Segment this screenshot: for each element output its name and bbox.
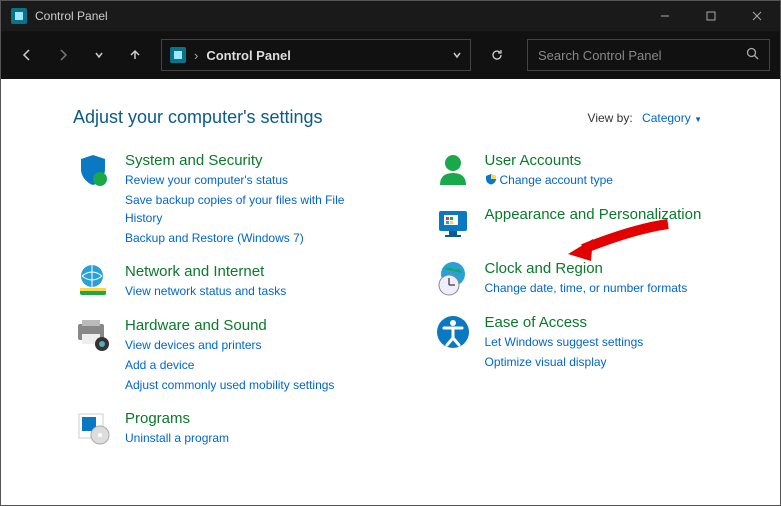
category-link[interactable]: Appearance and Personalization	[485, 206, 702, 223]
back-button[interactable]	[11, 39, 43, 71]
search-input[interactable]: Search Control Panel	[527, 39, 770, 71]
task-link[interactable]: Add a device	[125, 356, 334, 374]
search-placeholder: Search Control Panel	[538, 48, 662, 63]
category-link[interactable]: Network and Internet	[125, 263, 286, 280]
category-programs: Programs Uninstall a program	[73, 408, 403, 448]
task-link[interactable]: Save backup copies of your files with Fi…	[125, 191, 365, 227]
uac-shield-icon	[485, 172, 497, 190]
chevron-down-icon: ▼	[694, 115, 702, 124]
clock-globe-icon	[433, 258, 473, 298]
task-link[interactable]: Change date, time, or number formats	[485, 279, 688, 297]
task-link[interactable]: Adjust commonly used mobility settings	[125, 376, 334, 394]
user-icon	[433, 150, 473, 190]
shield-icon	[73, 150, 113, 190]
content-area: Adjust your computer's settings View by:…	[1, 79, 780, 505]
view-by-label: View by:	[588, 111, 633, 125]
app-icon	[11, 8, 27, 24]
left-column: System and Security Review your computer…	[73, 150, 403, 448]
chevron-down-icon[interactable]	[452, 48, 462, 63]
programs-disc-icon	[73, 408, 113, 448]
category-link[interactable]: Hardware and Sound	[125, 317, 334, 334]
task-link[interactable]: Let Windows suggest settings	[485, 333, 644, 351]
task-link[interactable]: Review your computer's status	[125, 171, 365, 189]
category-link[interactable]: Clock and Region	[485, 260, 688, 277]
task-link[interactable]: View network status and tasks	[125, 282, 286, 300]
category-ease-of-access: Ease of Access Let Windows suggest setti…	[433, 312, 763, 371]
globe-network-icon	[73, 261, 113, 301]
breadcrumb-control-panel[interactable]: Control Panel	[206, 48, 291, 63]
category-network-and-internet: Network and Internet View network status…	[73, 261, 403, 301]
window-title: Control Panel	[35, 9, 642, 23]
view-by-control[interactable]: View by: Category ▼	[588, 111, 702, 125]
category-user-accounts: User Accounts Change account type	[433, 150, 763, 190]
up-button[interactable]	[119, 39, 151, 71]
task-link[interactable]: Uninstall a program	[125, 429, 229, 447]
minimize-button[interactable]	[642, 1, 688, 31]
monitor-icon	[433, 204, 473, 244]
forward-button[interactable]	[47, 39, 79, 71]
category-clock-and-region: Clock and Region Change date, time, or n…	[433, 258, 763, 298]
category-appearance-and-personalization: Appearance and Personalization	[433, 204, 763, 244]
category-system-and-security: System and Security Review your computer…	[73, 150, 403, 247]
accessibility-icon	[433, 312, 473, 352]
page-title: Adjust your computer's settings	[73, 107, 323, 128]
right-column: User Accounts Change account type Appear…	[433, 150, 763, 448]
task-link[interactable]: Backup and Restore (Windows 7)	[125, 229, 365, 247]
printer-camera-icon	[73, 315, 113, 355]
address-bar[interactable]: › Control Panel	[161, 39, 471, 71]
recent-dropdown-button[interactable]	[83, 39, 115, 71]
search-icon	[746, 47, 759, 63]
task-link[interactable]: Change account type	[485, 171, 613, 190]
category-link[interactable]: Ease of Access	[485, 314, 644, 331]
titlebar: Control Panel	[1, 1, 780, 31]
category-link[interactable]: System and Security	[125, 152, 365, 169]
view-by-value: Category	[642, 111, 691, 125]
control-panel-window: Control Panel › Control Panel Search Con…	[0, 0, 781, 506]
chevron-right-icon: ›	[194, 48, 198, 63]
refresh-button[interactable]	[481, 39, 513, 71]
control-panel-small-icon	[170, 47, 186, 63]
close-button[interactable]	[734, 1, 780, 31]
task-link[interactable]: Optimize visual display	[485, 353, 644, 371]
task-link[interactable]: View devices and printers	[125, 336, 334, 354]
navbar: › Control Panel Search Control Panel	[1, 31, 780, 79]
category-link[interactable]: Programs	[125, 410, 229, 427]
maximize-button[interactable]	[688, 1, 734, 31]
category-link[interactable]: User Accounts	[485, 152, 613, 169]
category-hardware-and-sound: Hardware and Sound View devices and prin…	[73, 315, 403, 394]
